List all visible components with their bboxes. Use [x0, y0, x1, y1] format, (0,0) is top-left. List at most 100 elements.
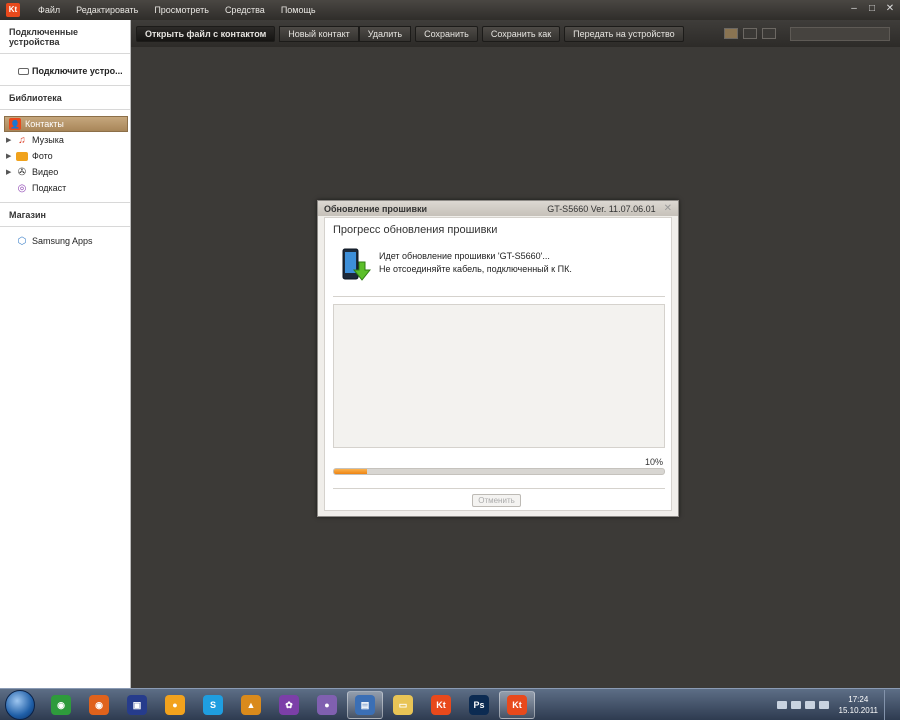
card-view-icon[interactable]	[762, 28, 776, 39]
connected-devices-header: Подключенные устройства	[0, 20, 130, 54]
picasa-icon: ✿	[279, 694, 299, 715]
menu-file[interactable]: Файл	[30, 0, 68, 20]
kies-active-icon: Kt	[507, 694, 527, 715]
language-icon[interactable]	[776, 700, 787, 709]
open-contact-file-button[interactable]: Открыть файл с контактом	[136, 25, 276, 42]
taskbar-app-firefox[interactable]: ◉	[81, 691, 117, 719]
maximize-button[interactable]: □	[866, 2, 878, 16]
aimp-icon: ▲	[241, 694, 261, 715]
firmware-version: GT-S5660 Ver. 11.07.06.01	[547, 203, 656, 214]
photoshop-icon: Ps	[469, 694, 489, 715]
update-message: Идет обновление прошивки 'GT-S5660'...	[379, 251, 550, 261]
music-icon: ♫	[18, 134, 26, 146]
cancel-button[interactable]: Отменить	[472, 494, 521, 507]
contacts-icon: 👤	[9, 118, 21, 130]
sidebar: Подключенные устройства Подключите устро…	[0, 20, 131, 688]
clock-date: 15.10.2011	[838, 705, 878, 715]
detail-view-icon[interactable]	[743, 28, 757, 39]
sidebar-item-label: Фото	[32, 151, 53, 161]
taskbar: ◉ ◉ ▣ ● S ▲ ✿ ● ▤ ▭ Kt Ps Kt 17:24 15.10.2011	[0, 688, 900, 720]
tray-arrow-icon[interactable]	[790, 700, 801, 709]
menu-view[interactable]: Просмотреть	[146, 0, 217, 20]
list-view-icon[interactable]	[724, 28, 738, 39]
dialog-titlebar: Обновление прошивки GT-S5660 Ver. 11.07.…	[318, 201, 678, 216]
send-to-device-button[interactable]: Передать на устройство	[564, 25, 684, 42]
library-section: Библиотека 👤 Контакты ▶ ♫ Музыка ▶ Фото …	[0, 86, 130, 203]
device-icon	[18, 67, 29, 75]
edit-button-group: Новый контакт Удалить	[279, 25, 412, 42]
app-logo-icon: Kt	[6, 3, 20, 17]
delete-button[interactable]: Удалить	[358, 25, 412, 42]
sidebar-item-photo[interactable]: ▶ Фото	[0, 148, 130, 164]
explorer-icon: ▭	[393, 694, 413, 715]
menu-tools[interactable]: Средства	[217, 0, 273, 20]
sidebar-item-label: Контакты	[25, 119, 64, 129]
window-controls: – □ ✕	[848, 2, 896, 16]
taskbar-app-aimp[interactable]: ▲	[233, 691, 269, 719]
expand-arrow-icon[interactable]: ▶	[6, 136, 14, 144]
dialog-close-icon[interactable]: ✕	[664, 203, 672, 214]
minimize-button[interactable]: –	[848, 2, 860, 16]
menu-edit[interactable]: Редактировать	[68, 0, 146, 20]
notepad-icon: ▤	[355, 694, 375, 715]
progress-bar-fill	[334, 469, 367, 474]
save-as-button[interactable]: Сохранить как	[481, 25, 561, 42]
connect-device-label: Подключите устро...	[32, 66, 123, 76]
sidebar-item-samsung-apps[interactable]: ⬡ Samsung Apps	[0, 233, 130, 249]
show-desktop-button[interactable]	[884, 689, 894, 720]
phone-download-icon	[342, 248, 371, 281]
sidebar-item-podcast[interactable]: ◎ Подкаст	[0, 180, 130, 196]
expand-arrow-icon[interactable]: ▶	[6, 168, 14, 176]
taskbar-app-messenger[interactable]: ●	[157, 691, 193, 719]
taskbar-app-kies-active[interactable]: Kt	[499, 690, 535, 719]
taskbar-app-chrome[interactable]: ◉	[43, 691, 79, 719]
save-button[interactable]: Сохранить	[415, 25, 478, 42]
firefox-icon: ◉	[89, 694, 109, 715]
progress-percent: 10%	[644, 457, 663, 467]
search-input[interactable]	[790, 26, 890, 41]
connected-devices-section: Подключенные устройства Подключите устро…	[0, 20, 130, 86]
sidebar-item-music[interactable]: ▶ ♫ Музыка	[0, 132, 130, 148]
sidebar-item-label: Музыка	[32, 135, 64, 145]
start-button[interactable]	[5, 689, 35, 720]
podcast-icon: ◎	[17, 182, 27, 194]
library-header: Библиотека	[0, 86, 130, 110]
taskbar-app-picasa[interactable]: ✿	[271, 691, 307, 719]
firmware-update-dialog: Обновление прошивки GT-S5660 Ver. 11.07.…	[317, 200, 679, 517]
taskbar-apps: ◉ ◉ ▣ ● S ▲ ✿ ● ▤ ▭ Kt Ps Kt	[43, 690, 537, 719]
taskbar-app-pidgin[interactable]: ●	[309, 691, 345, 719]
sidebar-item-label: Подкаст	[32, 183, 67, 193]
taskbar-app-photoshop[interactable]: Ps	[461, 691, 497, 719]
clock[interactable]: 17:24 15.10.2011	[839, 694, 878, 716]
taskbar-app-skype[interactable]: S	[195, 691, 231, 719]
sidebar-item-contacts[interactable]: 👤 Контакты	[4, 116, 128, 132]
taskbar-app-floppy[interactable]: ▣	[119, 691, 155, 719]
taskbar-app-kies[interactable]: Kt	[423, 691, 459, 719]
network-icon[interactable]	[804, 700, 815, 709]
log-area	[333, 304, 665, 448]
cable-warning-message: Не отсоединяйте кабель, подключенный к П…	[379, 264, 572, 274]
close-button[interactable]: ✕	[884, 2, 896, 16]
kies-icon: Kt	[431, 694, 451, 715]
taskbar-app-notepad[interactable]: ▤	[347, 690, 383, 719]
sidebar-item-label: Samsung Apps	[32, 236, 93, 246]
taskbar-app-explorer[interactable]: ▭	[385, 691, 421, 719]
clock-time: 17:24	[848, 694, 869, 704]
volume-icon[interactable]	[818, 700, 829, 709]
sidebar-item-label: Видео	[32, 167, 59, 177]
store-section: Магазин ⬡ Samsung Apps	[0, 203, 130, 249]
new-contact-button[interactable]: Новый контакт	[279, 25, 359, 42]
sidebar-item-video[interactable]: ▶ ✇ Видео	[0, 164, 130, 180]
samsung-apps-icon: ⬡	[17, 235, 27, 247]
messenger-icon: ●	[165, 694, 185, 715]
chrome-icon: ◉	[51, 694, 71, 715]
connect-device-item[interactable]: Подключите устро...	[0, 54, 130, 85]
menu-help[interactable]: Помощь	[273, 0, 324, 20]
toolbar: Открыть файл с контактом Новый контакт У…	[131, 20, 900, 47]
dialog-title: Обновление прошивки	[324, 203, 428, 214]
expand-arrow-icon[interactable]: ▶	[6, 152, 14, 160]
photo-icon	[16, 151, 28, 161]
divider	[333, 296, 665, 297]
progress-bar	[333, 468, 665, 475]
store-header: Магазин	[0, 203, 130, 227]
